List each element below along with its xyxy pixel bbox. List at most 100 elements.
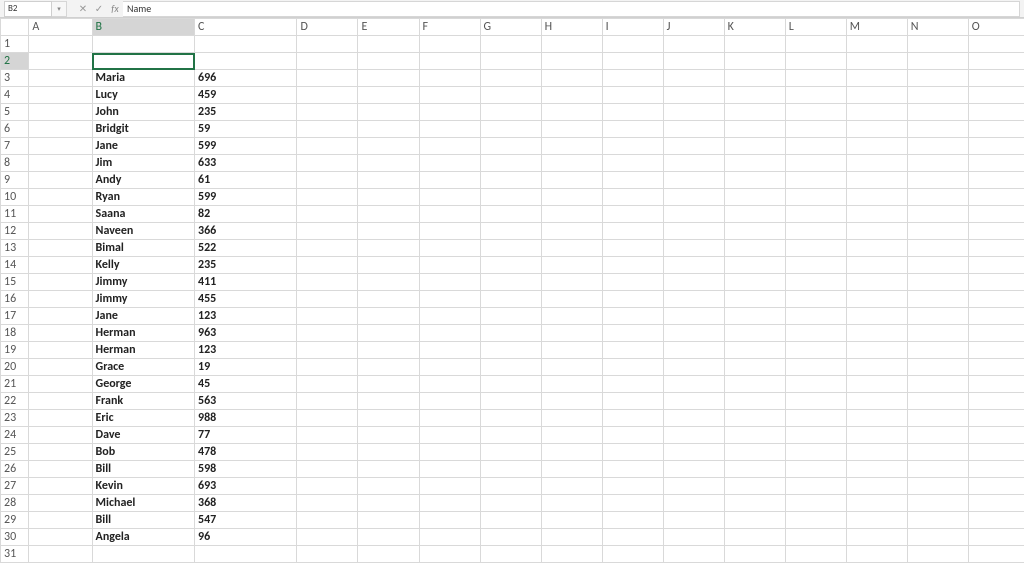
row-header-4[interactable]: 4 [1,87,29,104]
cell-E20[interactable] [358,359,419,376]
cell-D30[interactable] [297,529,358,546]
cell-H8[interactable] [541,155,602,172]
cell-J8[interactable] [663,155,724,172]
cell-M11[interactable] [846,206,907,223]
cell-C7[interactable]: 599 [195,138,297,155]
cell-J16[interactable] [663,291,724,308]
cell-B18[interactable]: Herman [92,325,194,342]
cell-L28[interactable] [785,495,846,512]
cell-B4[interactable]: Lucy [92,87,194,104]
cell-O20[interactable] [968,359,1024,376]
cell-F14[interactable] [419,257,480,274]
cell-I3[interactable] [602,70,663,87]
cell-D21[interactable] [297,376,358,393]
cell-J21[interactable] [663,376,724,393]
cell-A1[interactable] [29,36,92,53]
cell-H9[interactable] [541,172,602,189]
cell-G24[interactable] [480,427,541,444]
cell-O4[interactable] [968,87,1024,104]
cell-B8[interactable]: Jim [92,155,194,172]
row-header-21[interactable]: 21 [1,376,29,393]
cell-D28[interactable] [297,495,358,512]
cell-G21[interactable] [480,376,541,393]
cell-E9[interactable] [358,172,419,189]
cell-O15[interactable] [968,274,1024,291]
cell-E31[interactable] [358,546,419,563]
column-header-K[interactable]: K [724,19,785,36]
cell-H6[interactable] [541,121,602,138]
cell-L26[interactable] [785,461,846,478]
cell-N19[interactable] [907,342,968,359]
column-header-F[interactable]: F [419,19,480,36]
cell-B29[interactable]: Bill [92,512,194,529]
row-header-14[interactable]: 14 [1,257,29,274]
cell-J3[interactable] [663,70,724,87]
cell-L27[interactable] [785,478,846,495]
cell-K16[interactable] [724,291,785,308]
cell-M8[interactable] [846,155,907,172]
cell-C10[interactable]: 599 [195,189,297,206]
cell-O1[interactable] [968,36,1024,53]
cell-J6[interactable] [663,121,724,138]
cell-L11[interactable] [785,206,846,223]
cell-M23[interactable] [846,410,907,427]
cell-J10[interactable] [663,189,724,206]
cell-F21[interactable] [419,376,480,393]
row-header-6[interactable]: 6 [1,121,29,138]
column-header-B[interactable]: B [92,19,194,36]
cell-D25[interactable] [297,444,358,461]
cell-M2[interactable] [846,53,907,70]
cell-F8[interactable] [419,155,480,172]
cell-I26[interactable] [602,461,663,478]
cell-H22[interactable] [541,393,602,410]
cell-O10[interactable] [968,189,1024,206]
cell-B21[interactable]: George [92,376,194,393]
cell-E6[interactable] [358,121,419,138]
cell-B19[interactable]: Herman [92,342,194,359]
cell-K24[interactable] [724,427,785,444]
cell-B2[interactable]: Name [92,53,194,70]
row-header-16[interactable]: 16 [1,291,29,308]
cell-J12[interactable] [663,223,724,240]
cell-G20[interactable] [480,359,541,376]
cell-I29[interactable] [602,512,663,529]
column-header-C[interactable]: C [195,19,297,36]
cell-G16[interactable] [480,291,541,308]
cell-H12[interactable] [541,223,602,240]
cell-K12[interactable] [724,223,785,240]
cell-J4[interactable] [663,87,724,104]
cell-J30[interactable] [663,529,724,546]
cell-B25[interactable]: Bob [92,444,194,461]
cell-E27[interactable] [358,478,419,495]
cell-B23[interactable]: Eric [92,410,194,427]
cell-A6[interactable] [29,121,92,138]
cell-L14[interactable] [785,257,846,274]
cell-L22[interactable] [785,393,846,410]
cell-J2[interactable] [663,53,724,70]
cell-O9[interactable] [968,172,1024,189]
cell-A31[interactable] [29,546,92,563]
cell-N5[interactable] [907,104,968,121]
cell-I23[interactable] [602,410,663,427]
row-header-13[interactable]: 13 [1,240,29,257]
cell-A23[interactable] [29,410,92,427]
cell-J23[interactable] [663,410,724,427]
cell-D31[interactable] [297,546,358,563]
cell-L31[interactable] [785,546,846,563]
cell-E25[interactable] [358,444,419,461]
cell-A13[interactable] [29,240,92,257]
cell-I2[interactable] [602,53,663,70]
cell-O2[interactable] [968,53,1024,70]
cell-O3[interactable] [968,70,1024,87]
cell-O22[interactable] [968,393,1024,410]
cell-B20[interactable]: Grace [92,359,194,376]
cell-G11[interactable] [480,206,541,223]
cell-J19[interactable] [663,342,724,359]
cell-F25[interactable] [419,444,480,461]
cell-N2[interactable] [907,53,968,70]
cell-K28[interactable] [724,495,785,512]
cell-G5[interactable] [480,104,541,121]
row-header-29[interactable]: 29 [1,512,29,529]
column-header-I[interactable]: I [602,19,663,36]
cell-F3[interactable] [419,70,480,87]
